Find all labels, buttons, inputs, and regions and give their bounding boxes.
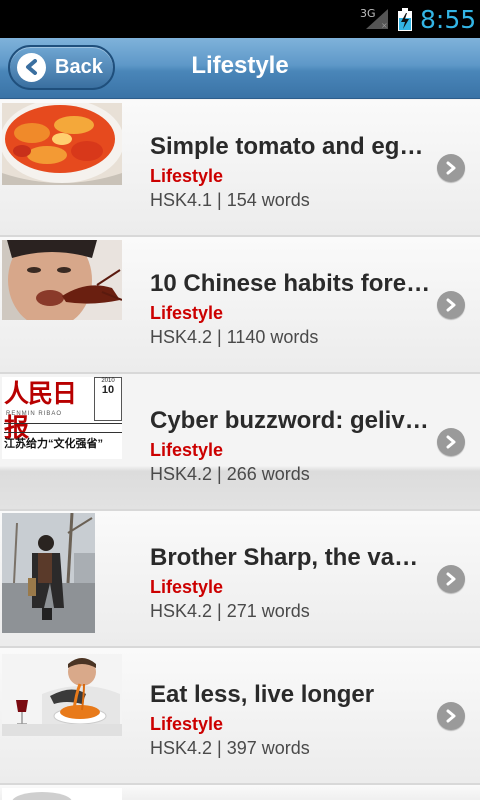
newspaper-masthead: 人民日报: [4, 379, 77, 442]
chevron-right-icon[interactable]: [437, 565, 465, 593]
article-category: Lifestyle: [150, 440, 224, 460]
article-category: Lifestyle: [150, 166, 224, 186]
newspaper-date-box: 2010 10: [94, 377, 122, 421]
eating-photo: [2, 240, 122, 320]
signal-icon: ×: [366, 9, 388, 30]
article-title: Brother Sharp, the vagab...: [150, 544, 432, 571]
battery-charging-icon: [398, 8, 412, 31]
article-meta: HSK4.2 | 266 words: [150, 464, 310, 484]
chevron-right-icon[interactable]: [437, 702, 465, 730]
article-title: 10 Chinese habits foreig...: [150, 270, 432, 297]
article-row[interactable]: Eat less, live longer Lifestyle HSK4.2 |…: [0, 648, 480, 785]
article-title: Eat less, live longer: [150, 681, 375, 708]
status-clock: 8:55: [420, 5, 477, 34]
article-category: Lifestyle: [150, 303, 224, 323]
chevron-right-icon[interactable]: [437, 154, 465, 182]
page-title: Lifestyle: [191, 52, 289, 79]
article-title: Simple tomato and egg r...: [150, 133, 432, 160]
article-list: Simple tomato and egg r... Lifestyle HSK…: [0, 100, 480, 800]
article-meta: HSK4.1 | 154 words: [150, 190, 310, 210]
newspaper-headline: 江苏给力“文化强省”: [4, 438, 103, 450]
article-row[interactable]: 10 Chinese habits foreig... Lifestyle HS…: [0, 237, 480, 374]
tomato-egg-photo: [2, 103, 122, 185]
next-article-thumbnail: [2, 788, 122, 800]
noodles-photo: [2, 654, 122, 736]
article-row[interactable]: 人民日报 RENMIN RIBAO 2010 10 江苏给力“文化强省” Cyb…: [0, 374, 480, 511]
status-bar: 3G × 8:55: [0, 0, 480, 38]
newspaper-day: 10: [101, 384, 115, 396]
svg-text:×: ×: [381, 21, 388, 30]
street-man-photo: [2, 513, 95, 633]
newspaper-photo: 人民日报 RENMIN RIBAO 2010 10 江苏给力“文化强省”: [2, 377, 122, 459]
article-meta: HSK4.2 | 1140 words: [150, 327, 319, 347]
nav-bar: Back Lifestyle: [0, 38, 480, 99]
article-meta: HSK4.2 | 271 words: [150, 601, 310, 621]
article-category: Lifestyle: [150, 714, 224, 734]
article-row[interactable]: Simple tomato and egg r... Lifestyle HSK…: [0, 100, 480, 237]
article-category: Lifestyle: [150, 577, 224, 597]
newspaper-rule: [4, 423, 122, 433]
article-title: Cyber buzzword: gelivable: [150, 407, 432, 434]
newspaper-romanized: RENMIN RIBAO: [6, 411, 63, 417]
chevron-right-icon[interactable]: [437, 428, 465, 456]
article-row-partial[interactable]: [0, 785, 480, 800]
article-meta: HSK4.2 | 397 words: [150, 738, 310, 758]
article-row[interactable]: Brother Sharp, the vagab... Lifestyle HS…: [0, 511, 480, 648]
chevron-right-icon[interactable]: [437, 291, 465, 319]
